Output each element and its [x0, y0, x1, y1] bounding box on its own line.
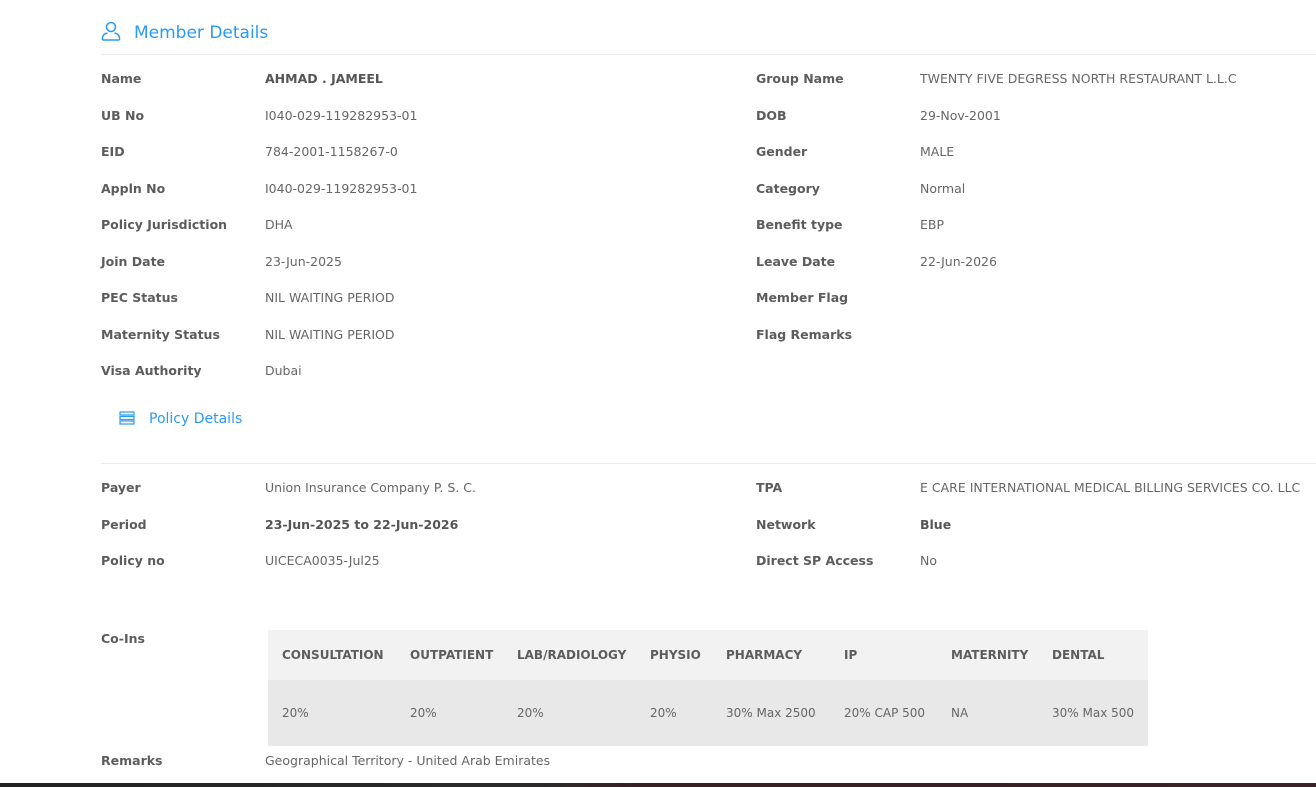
coins-header-ip: IP [830, 630, 937, 680]
appln-no-label: Appln No [101, 180, 166, 196]
remarks-label: Remarks [101, 753, 163, 768]
user-icon [101, 21, 121, 45]
flag-remarks-label: Flag Remarks [756, 326, 853, 342]
coins-header-pharmacy: PHARMACY [712, 630, 830, 680]
gender-value: MALE [920, 144, 955, 159]
coins-header-outpatient: OUTPATIENT [396, 630, 503, 680]
pec-status-label: PEC Status [101, 290, 178, 305]
name-label: Name [101, 71, 142, 86]
visa-authority-value: Dubai [265, 363, 302, 378]
member-details-title: Member Details [134, 23, 269, 43]
coins-header-consultation: CONSULTATION [268, 630, 396, 680]
tpa-value: E CARE INTERNATIONAL MEDICAL BILLING SER… [920, 480, 1301, 495]
coins-value-physio: 20% [636, 680, 712, 746]
direct-sp-access-label: Direct SP Access [756, 553, 874, 568]
pec-status-value: NIL WAITING PERIOD [265, 290, 395, 305]
eid-label: EID [101, 144, 125, 159]
divider [101, 54, 1316, 55]
ub-no-value: I040-029-119282953-01 [265, 107, 418, 123]
coins-value-lab-radiology: 20% [503, 680, 636, 746]
benefit-type-value: EBP [920, 217, 945, 232]
coins-value-outpatient: 20% [396, 680, 503, 746]
appln-no-value: I040-029-119282953-01 [265, 180, 418, 196]
member-flag-label: Member Flag [756, 290, 849, 305]
group-name-label: Group Name [756, 71, 844, 86]
maternity-status-value: NIL WAITING PERIOD [265, 326, 395, 342]
join-date-value: 23-Jun-2025 [265, 253, 342, 269]
coins-label: Co-Ins [101, 631, 145, 646]
coins-table: CONSULTATION OUTPATIENT LAB/RADIOLOGY PHYSI… [268, 630, 1148, 746]
policy-no-value: UICECA0035-Jul25 [265, 553, 380, 568]
list-icon [119, 411, 135, 429]
coins-value-dental: 30% Max 500 [1038, 680, 1148, 746]
policy-jurisdiction-value: DHA [265, 217, 293, 232]
leave-date-label: Leave Date [756, 253, 836, 269]
divider [101, 463, 1316, 464]
ub-no-label: UB No [101, 107, 145, 123]
coins-header-row: CONSULTATION OUTPATIENT LAB/RADIOLOGY PHYSI… [268, 630, 1148, 680]
taskbar-strip [0, 783, 1316, 787]
benefit-type-label: Benefit type [756, 217, 843, 232]
eid-value: 784-2001-1158267-0 [265, 144, 398, 159]
tpa-label: TPA [756, 480, 783, 495]
period-label: Period [101, 516, 147, 532]
payer-value: Union Insurance Company P. S. C. [265, 480, 476, 495]
maternity-status-label: Maternity Status [101, 326, 220, 342]
join-date-label: Join Date [101, 253, 166, 269]
category-label: Category [756, 180, 820, 196]
coins-value-pharmacy: 30% Max 2500 [712, 680, 830, 746]
name-value: AHMAD . JAMEEL [265, 71, 383, 86]
coins-header-lab-radiology: LAB/RADIOLOGY [503, 630, 636, 680]
dob-label: DOB [756, 107, 787, 123]
coins-header-physio: PHYSIO [636, 630, 712, 680]
direct-sp-access-value: No [920, 553, 937, 568]
leave-date-value: 22-Jun-2026 [920, 253, 997, 269]
coins-value-maternity: NA [937, 680, 1038, 746]
gender-label: Gender [756, 144, 808, 159]
network-value: Blue [920, 516, 952, 532]
policy-details-title: Policy Details [149, 411, 243, 427]
coins-header-dental: DENTAL [1038, 630, 1148, 680]
period-value: 23-Jun-2025 to 22-Jun-2026 [265, 516, 459, 532]
payer-label: Payer [101, 480, 141, 495]
coins-value-row: 20% 20% 20% 20% 30% Max 2500 20% CAP 500 NA 30%… [268, 680, 1148, 746]
category-value: Normal [920, 180, 966, 196]
policy-jurisdiction-label: Policy Jurisdiction [101, 217, 228, 232]
coins-value-ip: 20% CAP 500 [830, 680, 937, 746]
network-label: Network [756, 516, 816, 532]
coins-value-consultation: 20% [268, 680, 396, 746]
dob-value: 29-Nov-2001 [920, 107, 1001, 123]
visa-authority-label: Visa Authority [101, 363, 202, 378]
remarks-value: Geographical Territory - United Arab Emi… [265, 753, 551, 768]
group-name-value: TWENTY FIVE DEGRESS NORTH RESTAURANT L.L… [920, 71, 1237, 86]
policy-no-label: Policy no [101, 553, 165, 568]
coins-header-maternity: MATERNITY [937, 630, 1038, 680]
